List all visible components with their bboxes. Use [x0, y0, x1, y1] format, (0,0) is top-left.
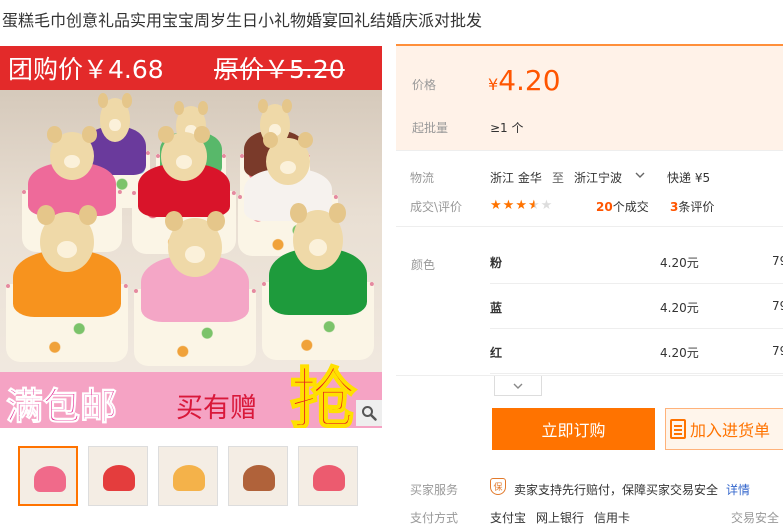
star-half-icon: ★ [527, 198, 541, 213]
currency-symbol: ¥ [488, 75, 499, 94]
price-number: 4.20 [498, 64, 561, 97]
trade-safety-label: 交易安全 [731, 511, 780, 525]
star-full-icon: ★ [490, 198, 503, 213]
thumbnail-1[interactable] [18, 446, 78, 506]
thumbnail-2[interactable] [88, 446, 148, 506]
price-value: ¥4.20 [488, 64, 561, 97]
order-now-button[interactable]: 立即订购 [492, 408, 655, 450]
sku-row-red[interactable]: 红 4.20元 79 [490, 330, 783, 374]
deals-count: 20 [596, 200, 613, 214]
price-label: 价格 [412, 78, 437, 92]
add-to-cart-label: 加入进货单 [690, 421, 771, 440]
original-price-text: 原价￥5.20 [214, 55, 345, 84]
pay-method-alipay: 支付宝 [490, 511, 527, 525]
divider [396, 375, 783, 376]
main-product-image[interactable]: 团购价￥4.68 原价￥5.20 满包邮 买有赠 抢 [0, 46, 382, 428]
grab-text: 抢 [289, 360, 357, 428]
sku-name: 蓝 [490, 301, 503, 315]
sku-price: 4.20元 [660, 301, 699, 315]
reviews-count-link[interactable]: 3条评价 [670, 198, 714, 215]
star-full-icon: ★ [502, 198, 516, 213]
sku-name: 红 [490, 346, 503, 360]
sku-row-pink[interactable]: 粉 4.20元 79 [490, 240, 783, 284]
sku-stock: 79 [772, 254, 783, 268]
product-title: 蛋糕毛巾创意礼品实用宝宝周岁生日小礼物婚宴回礼结婚庆派对批发 [2, 11, 483, 30]
deals-count-link[interactable]: 20个成交 [596, 198, 649, 215]
price-panel [396, 44, 783, 150]
ship-to-word: 至 [552, 171, 565, 185]
promo-banner: 满包邮 买有赠 抢 [0, 360, 382, 429]
promo-price-bar: 团购价￥4.68 原价￥5.20 [0, 46, 382, 90]
sku-name: 粉 [490, 256, 503, 270]
pay-method-netbank: 网上银行 [536, 511, 585, 525]
star-full-icon: ★ [515, 198, 528, 213]
clipboard-icon [670, 419, 686, 439]
sku-stock: 79 [772, 344, 783, 358]
gift-text: 买有赠 [176, 393, 257, 424]
deals-suffix: 个成交 [612, 200, 649, 214]
magnifier-icon [362, 406, 377, 421]
zoom-button[interactable] [356, 400, 382, 426]
color-label: 颜色 [411, 258, 436, 272]
chevron-down-icon[interactable] [635, 171, 645, 179]
reviews-suffix: 条评价 [678, 200, 715, 214]
pay-method-credit: 信用卡 [594, 511, 631, 525]
thumbnail-5[interactable] [298, 446, 358, 506]
sku-stock: 79 [772, 299, 783, 313]
rating-stars: ★★★★★ [490, 198, 553, 213]
sku-price: 4.20元 [660, 256, 699, 270]
sku-price: 4.20元 [660, 346, 699, 360]
service-detail-link[interactable]: 详情 [726, 481, 750, 498]
add-to-cart-button[interactable]: 加入进货单 [665, 408, 783, 450]
moq-value: ≥1 个 [490, 121, 524, 135]
divider [396, 226, 783, 227]
ship-to-select[interactable]: 浙江宁波 [574, 169, 622, 186]
service-text: 卖家支持先行赔付，保障买家交易安全 [514, 483, 719, 497]
star-empty-icon: ★ [540, 198, 554, 213]
towel-cake-green-front [262, 202, 374, 360]
chevron-down-icon [513, 383, 523, 389]
thumbnail-strip [18, 446, 358, 506]
thumbnail-4[interactable] [228, 446, 288, 506]
logistics-label: 物流 [410, 171, 435, 185]
expand-sku-button[interactable] [494, 376, 542, 396]
thumbnail-3[interactable] [158, 446, 218, 506]
ship-from: 浙江 金华 [490, 171, 542, 185]
payment-label: 支付方式 [410, 511, 459, 525]
buyer-service-label: 买家服务 [410, 483, 459, 497]
divider [396, 150, 783, 151]
group-price-text: 团购价￥4.68 [8, 55, 164, 84]
sku-row-blue[interactable]: 蓝 4.20元 79 [490, 285, 783, 329]
moq-label: 起批量 [412, 121, 449, 135]
deals-label: 成交\评价 [410, 200, 463, 214]
free-shipping-text: 满包邮 [6, 385, 118, 429]
towel-cake-orange [6, 204, 128, 362]
shield-icon: 保 [490, 478, 506, 495]
towel-cake-pink-front [134, 210, 256, 366]
express-fee: 快递 ¥5 [667, 171, 711, 185]
